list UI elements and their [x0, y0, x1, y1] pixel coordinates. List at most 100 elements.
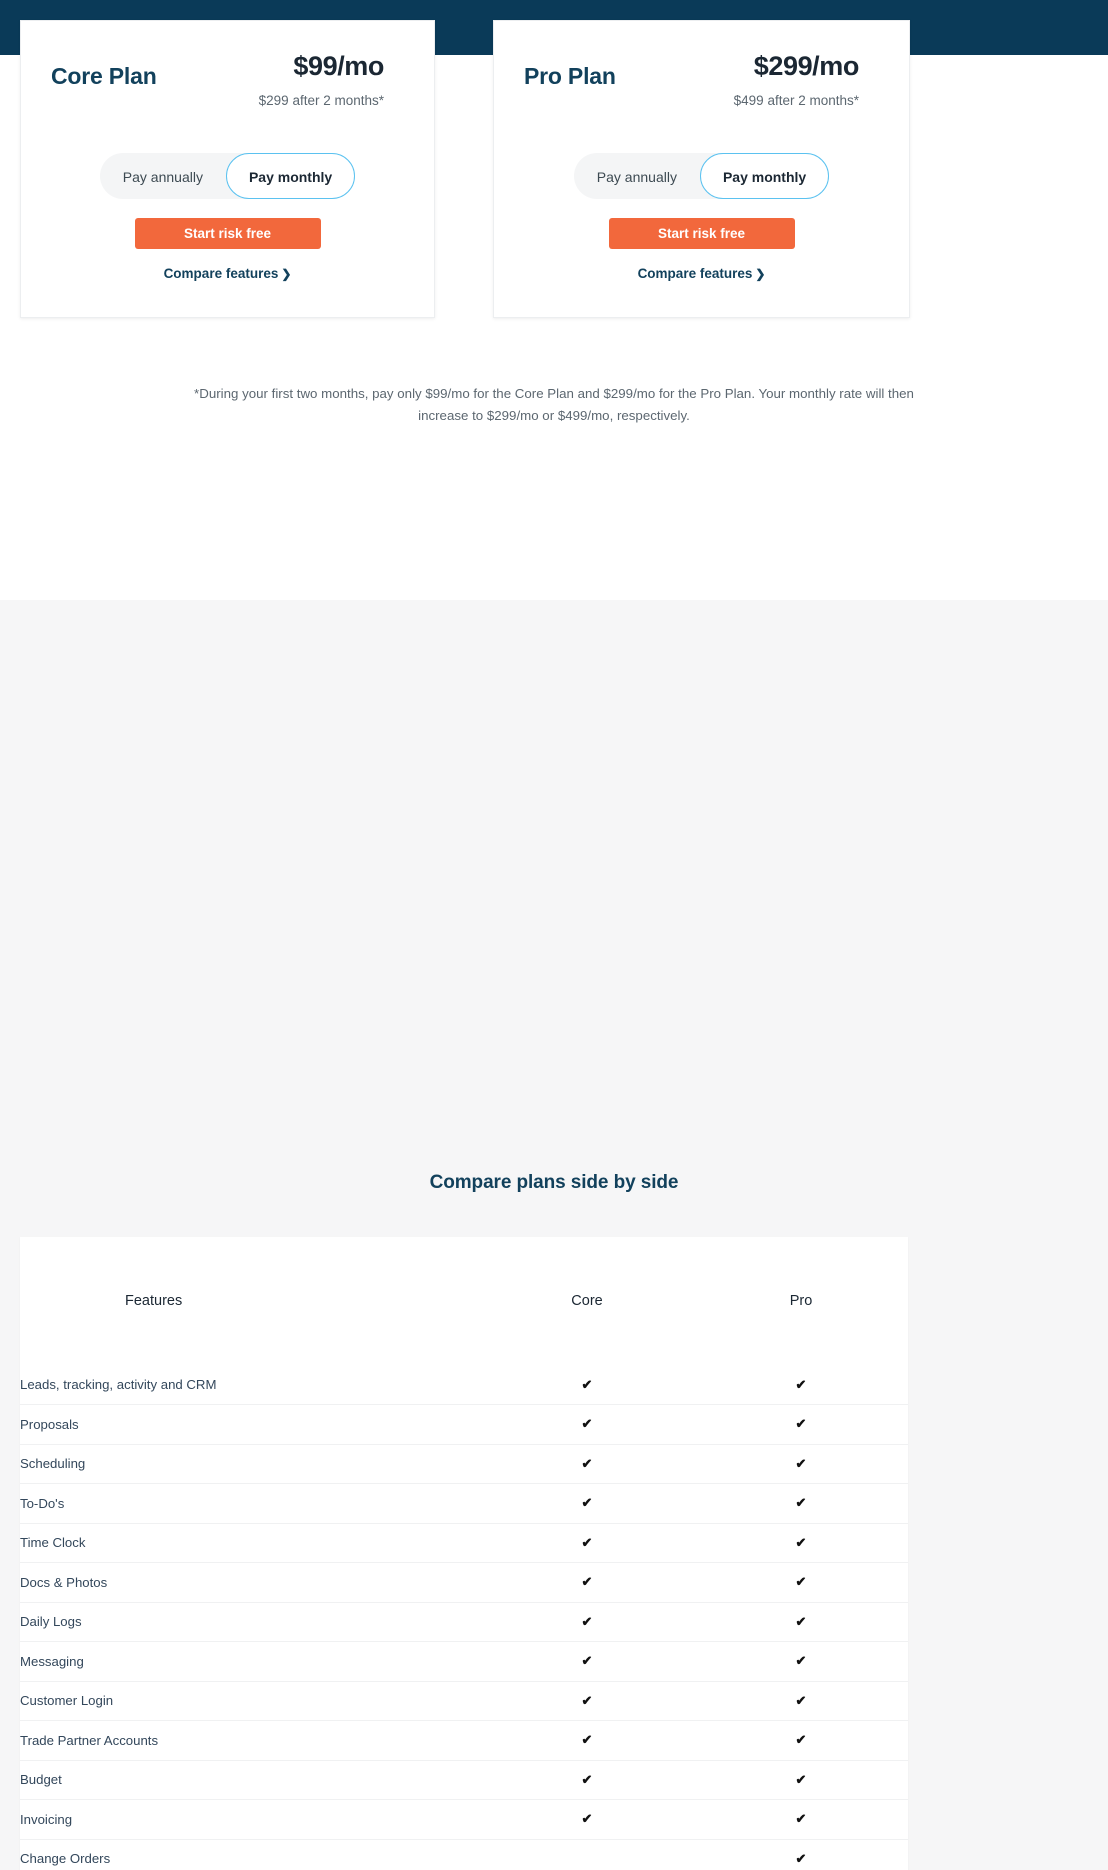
billing-toggle-pro-wrap: Pay annually Pay monthly: [494, 153, 909, 199]
compare-link-core-wrap: Compare features ❯: [21, 266, 434, 281]
table-row: Change Orders ✔: [20, 1839, 908, 1870]
check-icon: ✔: [795, 1534, 807, 1550]
plan-price-core: $99/mo: [293, 51, 384, 81]
cta-pro-wrap: Start risk free: [494, 218, 909, 249]
feature-name-cell: Proposals: [20, 1416, 79, 1432]
check-icon: ✔: [581, 1455, 593, 1471]
feature-name-cell: Trade Partner Accounts: [20, 1732, 159, 1748]
feature-core-cell: ✔: [480, 1681, 694, 1721]
check-icon: ✔: [795, 1495, 807, 1511]
column-header-core: Core: [571, 1293, 603, 1309]
check-icon: ✔: [795, 1455, 807, 1471]
feature-core-cell: [480, 1839, 694, 1870]
comparison-header-row: Features Core Pro: [20, 1237, 908, 1365]
feature-pro-cell: ✔: [694, 1721, 908, 1761]
feature-pro-cell: ✔: [694, 1523, 908, 1563]
check-icon: ✔: [581, 1811, 593, 1827]
feature-core-cell: ✔: [480, 1444, 694, 1484]
feature-pro-cell: ✔: [694, 1602, 908, 1642]
billing-toggle-core-wrap: Pay annually Pay monthly: [21, 153, 434, 199]
table-row: Budget ✔ ✔: [20, 1760, 908, 1800]
check-icon: ✔: [581, 1416, 593, 1432]
feature-name-cell: Budget: [20, 1772, 62, 1788]
check-icon: ✔: [581, 1613, 593, 1629]
table-row: Daily Logs ✔ ✔: [20, 1602, 908, 1642]
check-icon: ✔: [795, 1732, 807, 1748]
table-row: Proposals ✔ ✔: [20, 1404, 908, 1445]
check-icon: ✔: [581, 1376, 593, 1392]
pricing-page: Core Plan $99/mo $299 after 2 months* Pa…: [0, 0, 1108, 1870]
table-row: Trade Partner Accounts ✔ ✔: [20, 1720, 908, 1761]
plan-price-pro: $299/mo: [753, 51, 860, 81]
feature-core-cell: ✔: [480, 1760, 694, 1800]
check-icon: ✔: [581, 1534, 593, 1550]
toggle-option-pay-annually-core[interactable]: Pay annually: [100, 153, 226, 199]
feature-name-cell: Daily Logs: [20, 1614, 82, 1630]
compare-features-label-core: Compare features: [163, 266, 279, 281]
plan-card-core-header: Core Plan $99/mo $299 after 2 months*: [21, 21, 434, 121]
feature-core-cell: ✔: [480, 1523, 694, 1563]
check-icon: ✔: [581, 1692, 593, 1708]
check-icon: ✔: [795, 1811, 807, 1827]
check-icon: ✔: [795, 1416, 807, 1432]
feature-name-cell: Change Orders: [20, 1851, 111, 1867]
plan-name-core: Core Plan: [51, 63, 157, 89]
billing-toggle-core[interactable]: Pay annually Pay monthly: [99, 153, 356, 199]
check-icon: ✔: [581, 1495, 593, 1511]
feature-core-cell: ✔: [480, 1484, 694, 1524]
plan-card-core: Core Plan $99/mo $299 after 2 months* Pa…: [20, 20, 435, 318]
feature-core-cell: ✔: [480, 1405, 694, 1445]
pricing-cards-row: Core Plan $99/mo $299 after 2 months* Pa…: [0, 0, 1108, 318]
feature-core-cell: ✔: [480, 1642, 694, 1682]
feature-pro-cell: ✔: [694, 1839, 908, 1870]
table-row: Customer Login ✔ ✔: [20, 1681, 908, 1721]
toggle-option-pay-monthly-core[interactable]: Pay monthly: [225, 153, 356, 199]
feature-name-cell: Customer Login: [20, 1693, 114, 1709]
billing-toggle-pro[interactable]: Pay annually Pay monthly: [573, 153, 830, 199]
start-risk-free-button-pro[interactable]: Start risk free: [608, 218, 795, 249]
plan-card-pro-header: Pro Plan $299/mo $499 after 2 months*: [494, 21, 909, 121]
feature-name-cell: To-Do's: [20, 1495, 65, 1511]
comparison-section-title: Compare plans side by side: [429, 1172, 679, 1193]
check-icon: ✔: [795, 1771, 807, 1787]
chevron-right-icon: ❯: [755, 267, 766, 281]
column-header-pro: Pro: [789, 1293, 813, 1309]
check-icon: ✔: [795, 1376, 807, 1392]
feature-name-cell: Leads, tracking, activity and CRM: [20, 1377, 217, 1392]
feature-pro-cell: ✔: [694, 1444, 908, 1484]
check-icon: ✔: [581, 1574, 593, 1590]
feature-core-cell: ✔: [480, 1563, 694, 1603]
feature-name-cell: Invoicing: [20, 1811, 73, 1827]
plan-price-note-core: $299 after 2 months*: [258, 93, 384, 108]
comparison-table-head: Features Core Pro: [20, 1237, 908, 1365]
toggle-option-pay-annually-pro[interactable]: Pay annually: [574, 153, 700, 199]
compare-features-link-pro[interactable]: Compare features ❯: [638, 266, 766, 281]
table-row: Leads, tracking, activity and CRM ✔ ✔: [20, 1365, 908, 1405]
compare-link-pro-wrap: Compare features ❯: [494, 266, 909, 281]
start-risk-free-button-core[interactable]: Start risk free: [134, 218, 321, 249]
column-header-features: Features: [125, 1293, 183, 1309]
check-icon: ✔: [581, 1653, 593, 1669]
comparison-table-body: Leads, tracking, activity and CRM ✔ ✔ Propo…: [20, 1365, 908, 1870]
check-icon: ✔: [581, 1732, 593, 1748]
check-icon: ✔: [795, 1653, 807, 1669]
plan-price-note-pro: $499 after 2 months*: [733, 93, 859, 108]
feature-core-cell: ✔: [480, 1365, 694, 1405]
pricing-footnote: *During your first two months, pay only …: [194, 386, 914, 423]
check-icon: ✔: [795, 1613, 807, 1629]
feature-pro-cell: ✔: [694, 1642, 908, 1682]
plan-name-pro: Pro Plan: [524, 63, 616, 89]
cta-core-wrap: Start risk free: [21, 218, 434, 249]
check-icon: ✔: [795, 1574, 807, 1590]
compare-features-link-core[interactable]: Compare features ❯: [164, 266, 292, 281]
toggle-option-pay-monthly-pro[interactable]: Pay monthly: [699, 153, 830, 199]
table-row: Invoicing ✔ ✔: [20, 1799, 908, 1840]
table-row: Docs & Photos ✔ ✔: [20, 1562, 908, 1603]
feature-name-cell: Messaging: [20, 1653, 84, 1669]
feature-pro-cell: ✔: [694, 1800, 908, 1840]
table-row: To-Do's ✔ ✔: [20, 1483, 908, 1524]
feature-pro-cell: ✔: [694, 1563, 908, 1603]
table-row: Messaging ✔ ✔: [20, 1641, 908, 1682]
comparison-table: Features Core Pro Leads, tracking, activ…: [20, 1237, 908, 1870]
plan-card-pro: Pro Plan $299/mo $499 after 2 months* Pa…: [493, 20, 910, 318]
